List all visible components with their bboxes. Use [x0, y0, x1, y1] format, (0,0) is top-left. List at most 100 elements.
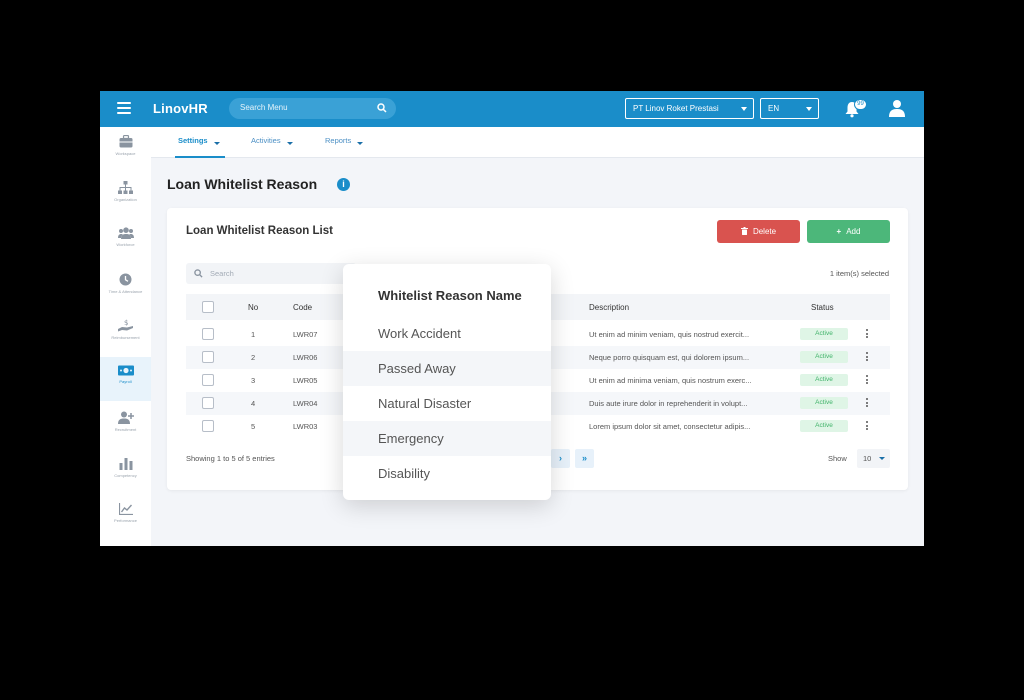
chevron-down-icon	[357, 141, 364, 145]
sidebar-item-organization[interactable]: Organization	[100, 173, 151, 217]
trash-icon	[740, 220, 748, 243]
language-select[interactable]: EN	[760, 98, 819, 119]
top-bar: LinovHR Search Menu PT Linov Roket Prest…	[100, 91, 924, 127]
banknote-icon	[117, 365, 134, 376]
chevron-down-icon	[741, 107, 747, 111]
popup-item[interactable]: Emergency	[343, 421, 551, 456]
selected-count: 1 item(s) selected	[829, 269, 889, 278]
table-entries-info: Showing 1 to 5 of 5 entries	[186, 454, 275, 463]
sidebar-item-performance[interactable]: Performance	[100, 495, 151, 539]
app-logo[interactable]: LinovHR	[153, 101, 208, 116]
plus-icon: +	[836, 227, 842, 236]
status-badge: Active	[800, 420, 848, 432]
popup-item[interactable]: Natural Disaster	[343, 386, 551, 421]
popup-item-label: Passed Away	[378, 361, 456, 376]
next-page-button[interactable]: ›	[551, 449, 570, 468]
info-icon[interactable]: i	[337, 178, 350, 191]
tab-activities[interactable]: Activities	[251, 136, 293, 145]
row-checkbox[interactable]	[202, 374, 214, 386]
sidebar-item-reimbursement[interactable]: $ Reimbursement	[100, 311, 151, 355]
chevron-down-icon	[806, 107, 812, 111]
select-all-checkbox[interactable]	[202, 301, 214, 313]
last-page-button[interactable]: »	[575, 449, 594, 468]
page-size-label: Show	[828, 454, 847, 463]
status-badge: Active	[800, 351, 848, 363]
column-header-code[interactable]: Code	[293, 303, 312, 312]
tab-settings[interactable]: Settings	[178, 136, 220, 145]
popup-header: Whitelist Reason Name	[343, 264, 551, 316]
sidebar-item-workspace[interactable]: Workspace	[100, 127, 151, 171]
hamburger-menu-icon[interactable]	[117, 102, 131, 114]
more-options-icon[interactable]	[864, 328, 870, 340]
hand-money-icon: $	[117, 319, 133, 332]
sidebar-item-label: Payroll	[119, 379, 132, 384]
add-button[interactable]: + Add	[807, 220, 890, 243]
row-no: 2	[251, 353, 256, 362]
tab-reports[interactable]: Reports	[325, 136, 364, 145]
popup-item-label: Emergency	[378, 431, 444, 446]
sidebar-item-payroll[interactable]: Payroll	[100, 357, 151, 401]
more-options-icon[interactable]	[864, 351, 870, 363]
row-checkbox[interactable]	[202, 328, 214, 340]
sidebar-item-recruitment[interactable]: Recruitment	[100, 403, 151, 447]
svg-text:$: $	[124, 319, 128, 327]
status-badge: Active	[800, 374, 848, 386]
sidebar-item-label: Competency	[114, 473, 137, 478]
sidebar-item-label: Workforce	[116, 242, 135, 247]
sidebar-item-label: Performance	[114, 518, 137, 523]
row-code: LWR07	[293, 330, 318, 339]
list-search-placeholder: Search	[210, 269, 234, 278]
search-icon	[194, 269, 203, 278]
sidebar: Workspace Organization Workforce Time & …	[100, 127, 151, 546]
popup-header-label: Whitelist Reason Name	[378, 288, 522, 303]
row-code: LWR06	[293, 353, 318, 362]
chevron-down-icon	[879, 457, 885, 460]
briefcase-icon	[119, 135, 132, 148]
sidebar-item-label: Reimbursement	[111, 335, 140, 340]
org-chart-icon	[118, 181, 133, 194]
row-description: Ut enim ad minim veniam, quis nostrud ex…	[589, 330, 750, 339]
sub-navigation: Settings Activities Reports	[151, 127, 924, 158]
row-checkbox[interactable]	[202, 397, 214, 409]
sidebar-item-competency[interactable]: Competency	[100, 449, 151, 493]
line-chart-icon	[118, 503, 133, 515]
column-header-status[interactable]: Status	[811, 303, 834, 312]
search-icon[interactable]	[377, 103, 387, 113]
more-options-icon[interactable]	[864, 420, 870, 432]
status-badge: Active	[800, 397, 848, 409]
row-code: LWR03	[293, 422, 318, 431]
user-avatar-icon[interactable]	[889, 99, 905, 117]
page-size-select[interactable]: 10	[857, 449, 890, 468]
chevron-down-icon	[213, 141, 220, 145]
row-code: LWR05	[293, 376, 318, 385]
row-checkbox[interactable]	[202, 420, 214, 432]
list-search-input[interactable]: Search	[186, 263, 356, 284]
popup-item[interactable]: Work Accident	[343, 316, 551, 351]
card-title: Loan Whitelist Reason List	[186, 225, 333, 237]
clock-icon	[119, 273, 132, 286]
row-description: Ut enim ad minima veniam, quis nostrum e…	[589, 376, 752, 385]
row-checkbox[interactable]	[202, 351, 214, 363]
people-icon	[117, 227, 134, 239]
row-description: Duis aute irure dolor in reprehenderit i…	[589, 399, 748, 408]
popup-item-label: Work Accident	[378, 326, 461, 341]
delete-button[interactable]: Delete	[717, 220, 800, 243]
sidebar-item-label: Time & Attendance	[108, 289, 143, 294]
menu-search-input[interactable]: Search Menu	[229, 98, 396, 119]
column-header-description[interactable]: Description	[589, 303, 629, 312]
more-options-icon[interactable]	[864, 374, 870, 386]
row-no: 4	[251, 399, 256, 408]
menu-search-placeholder: Search Menu	[240, 103, 288, 112]
company-select[interactable]: PT Linov Roket Prestasi	[625, 98, 754, 119]
bar-chart-icon	[119, 458, 132, 470]
more-options-icon[interactable]	[864, 397, 870, 409]
delete-button-label: Delete	[752, 227, 777, 236]
popup-item[interactable]: Disability	[343, 456, 551, 491]
sidebar-item-workforce[interactable]: Workforce	[100, 219, 151, 263]
sidebar-item-time-attendance[interactable]: Time & Attendance	[100, 265, 151, 309]
popup-item[interactable]: Passed Away	[343, 351, 551, 386]
row-no: 3	[251, 376, 256, 385]
page-title: Loan Whitelist Reason	[167, 176, 318, 192]
row-code: LWR04	[293, 399, 318, 408]
app-window: LinovHR Search Menu PT Linov Roket Prest…	[100, 91, 924, 546]
